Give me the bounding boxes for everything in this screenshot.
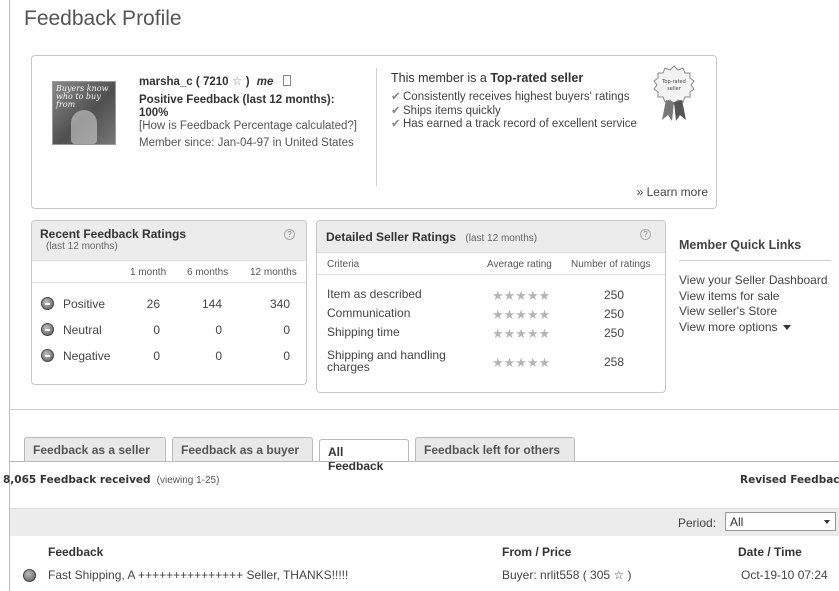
viewing-range: (viewing 1-25) (156, 475, 220, 486)
quick-link-store[interactable]: View seller's Store (679, 304, 839, 320)
bullet-item: ✔ Has earned a track record of excellent … (391, 118, 637, 130)
top-rated-section: This member is a Top-rated seller ✔ Consi… (391, 71, 651, 132)
star-rating: ★★★★★ (492, 307, 551, 322)
feedback-comment: Fast Shipping, A +++++++++++++++ Seller,… (48, 568, 349, 582)
col-average-rating: Average rating (487, 259, 552, 270)
chevron-down-icon (782, 324, 791, 330)
top-rated-seal-icon: Top-rated seller (653, 65, 695, 121)
quick-link-more-options[interactable]: View more options (679, 320, 839, 336)
star-icon: ☆ (231, 74, 243, 88)
negative-icon (41, 349, 54, 362)
star-rating: ★★★★★ (492, 355, 551, 370)
tab-all-feedback[interactable]: All Feedback (319, 439, 409, 473)
header-feedback[interactable]: Feedback (48, 545, 103, 559)
recent-ratings-title: Recent Feedback Ratings (40, 227, 187, 241)
star-rating: ★★★★★ (492, 288, 551, 303)
check-icon: ✔ (391, 118, 401, 130)
col-criteria: Criteria (327, 259, 360, 270)
feedback-from[interactable]: Buyer: nrlit558 ( 305 ☆ ) (502, 568, 631, 582)
check-icon: ✔ (391, 104, 401, 117)
positive-icon (23, 569, 36, 582)
recent-ratings-subtitle: (last 12 months) (46, 241, 118, 252)
quick-links-title: Member Quick Links (679, 238, 831, 261)
how-calculated-link[interactable]: [How is Feedback Percentage calculated?] (139, 120, 374, 133)
username-link[interactable]: marsha_c (139, 76, 193, 88)
positive-feedback-value: 100% (139, 107, 169, 119)
dsr-title: Detailed Seller Ratings (326, 230, 457, 244)
tab-feedback-left-for-others[interactable]: Feedback left for others (415, 437, 575, 461)
header-date-time[interactable]: Date / Time (738, 545, 802, 559)
page-title: Feedback Profile (24, 7, 182, 30)
recent-feedback-ratings-box: Recent Feedback Ratings (last 12 months)… (31, 220, 307, 385)
dsr-columns: Criteria Average rating Number of rating… (317, 253, 665, 275)
feedback-date: Oct-19-10 07:24 (741, 568, 828, 582)
revised-feedback[interactable]: Revised Feedback: 0 (740, 474, 839, 486)
col-1-month: 1 month (130, 267, 167, 278)
chevron-down-icon (824, 520, 830, 524)
member-quick-links: Member Quick Links View your Seller Dash… (679, 238, 839, 335)
quick-link-items-for-sale[interactable]: View items for sale (679, 289, 839, 305)
bullet-item: ✔ Ships items quickly (391, 104, 501, 117)
profile-info: marsha_c ( 7210 ☆ ) me Positive Feedback… (139, 75, 374, 150)
feedback-score[interactable]: 7210 (203, 76, 229, 88)
about-me-page-icon[interactable] (282, 75, 291, 86)
avatar-figure (71, 110, 97, 144)
positive-icon (41, 297, 54, 310)
avatar-caption: Buyers know who to buy from (56, 84, 109, 109)
bullet-item: ✔ Consistently receives highest buyers' r… (391, 91, 630, 103)
tab-feedback-as-seller[interactable]: Feedback as a seller (24, 437, 166, 461)
rating-row-positive: Positive 26 144 340 (32, 294, 306, 316)
col-6-months: 6 months (187, 267, 229, 278)
header-from-price[interactable]: From / Price (502, 545, 571, 559)
neutral-icon (41, 323, 54, 336)
divider (376, 68, 377, 186)
recent-ratings-columns: 1 month 6 months 12 months (32, 263, 306, 283)
col-12-months: 12 months (250, 267, 297, 278)
help-icon[interactable]: ? (284, 229, 295, 240)
star-rating: ★★★★★ (492, 326, 551, 341)
tabs-baseline (10, 461, 839, 462)
profile-summary-box: Buyers know who to buy from marsha_c ( 7… (31, 55, 717, 209)
dsr-subtitle: (last 12 months) (465, 233, 538, 244)
check-icon: ✔ (391, 91, 401, 103)
tab-feedback-as-buyer[interactable]: Feedback as a buyer (172, 437, 313, 461)
feedback-received: 8,065 Feedback received (3, 474, 151, 486)
rating-row-negative: Negative 0 0 0 (32, 346, 306, 368)
period-select[interactable]: All (725, 512, 836, 531)
recent-ratings-header: Recent Feedback Ratings (last 12 months) (32, 221, 306, 261)
rating-row-neutral: Neutral 0 0 0 (32, 320, 306, 342)
quick-link-seller-dashboard[interactable]: View your Seller Dashboard (679, 273, 839, 289)
help-icon[interactable]: ? (640, 229, 651, 240)
section-divider (10, 409, 839, 410)
top-rated-bold: Top-rated seller (490, 71, 584, 85)
learn-more-link[interactable]: » Learn more (637, 185, 708, 199)
feedback-count: 8,065 Feedback received (viewing 1-25) (3, 474, 219, 486)
top-rated-bullets: ✔ Consistently receives highest buyers' r… (391, 91, 651, 131)
top-rated-intro: This member is a (391, 71, 487, 85)
me-badge[interactable]: me (257, 76, 274, 88)
dsr-header: Detailed Seller Ratings (last 12 months) (317, 221, 665, 253)
svg-text:Top-rated: Top-rated (661, 79, 686, 85)
avatar[interactable]: Buyers know who to buy from (52, 81, 116, 145)
svg-text:seller: seller (667, 86, 682, 92)
member-since: Member since: Jan-04-97 in United States (139, 137, 354, 149)
detailed-seller-ratings-box: Detailed Seller Ratings (last 12 months)… (316, 220, 666, 393)
positive-feedback-label: Positive Feedback (last 12 months): (139, 94, 335, 106)
col-number-of-ratings: Number of ratings (571, 259, 651, 270)
period-label: Period: (678, 516, 717, 530)
